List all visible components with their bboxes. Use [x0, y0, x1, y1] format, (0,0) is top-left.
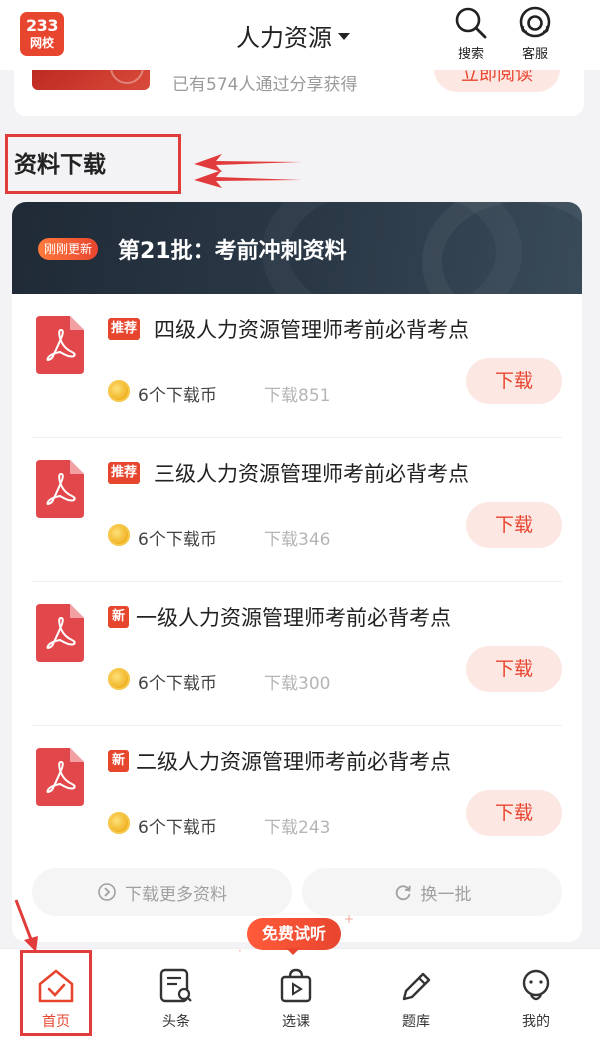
share-count-text: 已有574人通过分享获得 [172, 75, 358, 95]
coin-cost: 6个下载币 [138, 674, 217, 694]
file-list-item[interactable]: 新 一级人力资源管理师考前必背考点 6个下载币 下载300 下载 [12, 582, 582, 726]
recommend-tag: 推荐 [108, 318, 141, 340]
coin-cost: 6个下载币 [138, 530, 217, 550]
recommend-tag: 推荐 [108, 462, 141, 484]
pdf-file-icon [36, 316, 84, 374]
page-title: 人力资源 [236, 23, 332, 52]
download-button[interactable]: 下载 [466, 646, 562, 692]
course-bag-icon [280, 968, 312, 1003]
sparkle-icon: + [344, 912, 355, 926]
new-tag: 新 [108, 606, 130, 628]
new-tag: 新 [108, 750, 130, 772]
pdf-file-icon [36, 604, 84, 662]
search-label: 搜索 [457, 47, 484, 62]
download-count: 下载300 [264, 674, 331, 694]
download-count: 下载243 [264, 818, 331, 838]
file-list-item[interactable]: 推荐 四级人力资源管理师考前必背考点 6个下载币 下载851 下载 [12, 294, 582, 438]
nav-label: 选课 [282, 1014, 310, 1030]
badge-pointer [286, 948, 300, 955]
download-button[interactable]: 下载 [466, 502, 562, 548]
download-button[interactable]: 下载 [466, 790, 562, 836]
refresh-batch-button[interactable]: 换一批 [302, 868, 562, 916]
nav-label: 题库 [402, 1014, 430, 1030]
coin-cost: 6个下载币 [138, 386, 217, 406]
category-selector[interactable]: 人力资源 [236, 20, 350, 52]
file-list-item[interactable]: 新 二级人力资源管理师考前必背考点 6个下载币 下载243 下载 [12, 726, 582, 870]
more-downloads-button[interactable]: 下载更多资料 [32, 868, 292, 916]
coin-cost: 6个下载币 [138, 818, 217, 838]
caret-down-icon [338, 32, 350, 40]
search-button[interactable]: 搜索 [446, 4, 496, 66]
service-label: 客服 [521, 47, 548, 62]
download-count: 下载346 [264, 530, 331, 550]
annotation-highlight-box [5, 134, 181, 194]
nav-item-profile[interactable]: 我的 [496, 949, 576, 1040]
coin-icon [108, 812, 130, 834]
batch-banner: 刚刚更新 第21批：考前冲刺资料 [12, 202, 582, 342]
logo-number: 233 [26, 16, 58, 35]
refresh-label: 换一批 [420, 884, 472, 905]
download-card: 刚刚更新 第21批：考前冲刺资料 推荐 四级人力资源管理师考前必背考点 6个下载… [12, 202, 582, 942]
more-downloads-label: 下载更多资料 [125, 884, 227, 905]
pdf-file-icon [36, 748, 84, 806]
circle-arrow-right-icon [98, 883, 116, 901]
pencil-icon [402, 972, 431, 1001]
coin-icon [108, 380, 130, 402]
just-updated-badge: 刚刚更新 [38, 238, 99, 260]
coin-icon [108, 668, 130, 690]
profile-icon [522, 969, 550, 1001]
logo-text: 网校 [29, 36, 54, 50]
nav-label: 我的 [522, 1014, 550, 1030]
nav-item-question-bank[interactable]: 题库 [376, 949, 456, 1040]
customer-service-button[interactable]: 客服 [510, 4, 560, 66]
top-header: 233 网校 人力资源 搜索 客服 [0, 0, 600, 70]
download-count: 下载851 [264, 386, 331, 406]
app-logo[interactable]: 233 网校 [20, 12, 64, 56]
card-actions: 下载更多资料 换一批 [32, 868, 562, 916]
annotation-arrow-icon [194, 154, 302, 188]
file-name: 二级人力资源管理师考前必背考点 [136, 750, 451, 774]
search-icon [455, 7, 487, 39]
refresh-icon [395, 885, 411, 901]
headset-icon [519, 6, 551, 38]
file-name: 三级人力资源管理师考前必背考点 [154, 462, 469, 486]
file-list-item[interactable]: 推荐 三级人力资源管理师考前必背考点 6个下载币 下载346 下载 [12, 438, 582, 582]
nav-item-courses[interactable]: 选课 [256, 949, 336, 1040]
pdf-file-icon [36, 460, 84, 518]
sparkle-icon: · [238, 944, 242, 958]
nav-item-news[interactable]: 头条 [136, 949, 216, 1040]
news-icon [159, 968, 192, 1003]
coin-icon [108, 524, 130, 546]
free-trial-badge[interactable]: 免费试听 [247, 918, 341, 950]
annotation-highlight-box [20, 950, 92, 1036]
file-name: 四级人力资源管理师考前必背考点 [154, 318, 469, 342]
batch-title: 第21批：考前冲刺资料 [118, 239, 347, 264]
download-button[interactable]: 下载 [466, 358, 562, 404]
annotation-arrow-icon [14, 899, 38, 952]
nav-label: 头条 [162, 1014, 190, 1030]
file-name: 一级人力资源管理师考前必背考点 [136, 606, 451, 630]
